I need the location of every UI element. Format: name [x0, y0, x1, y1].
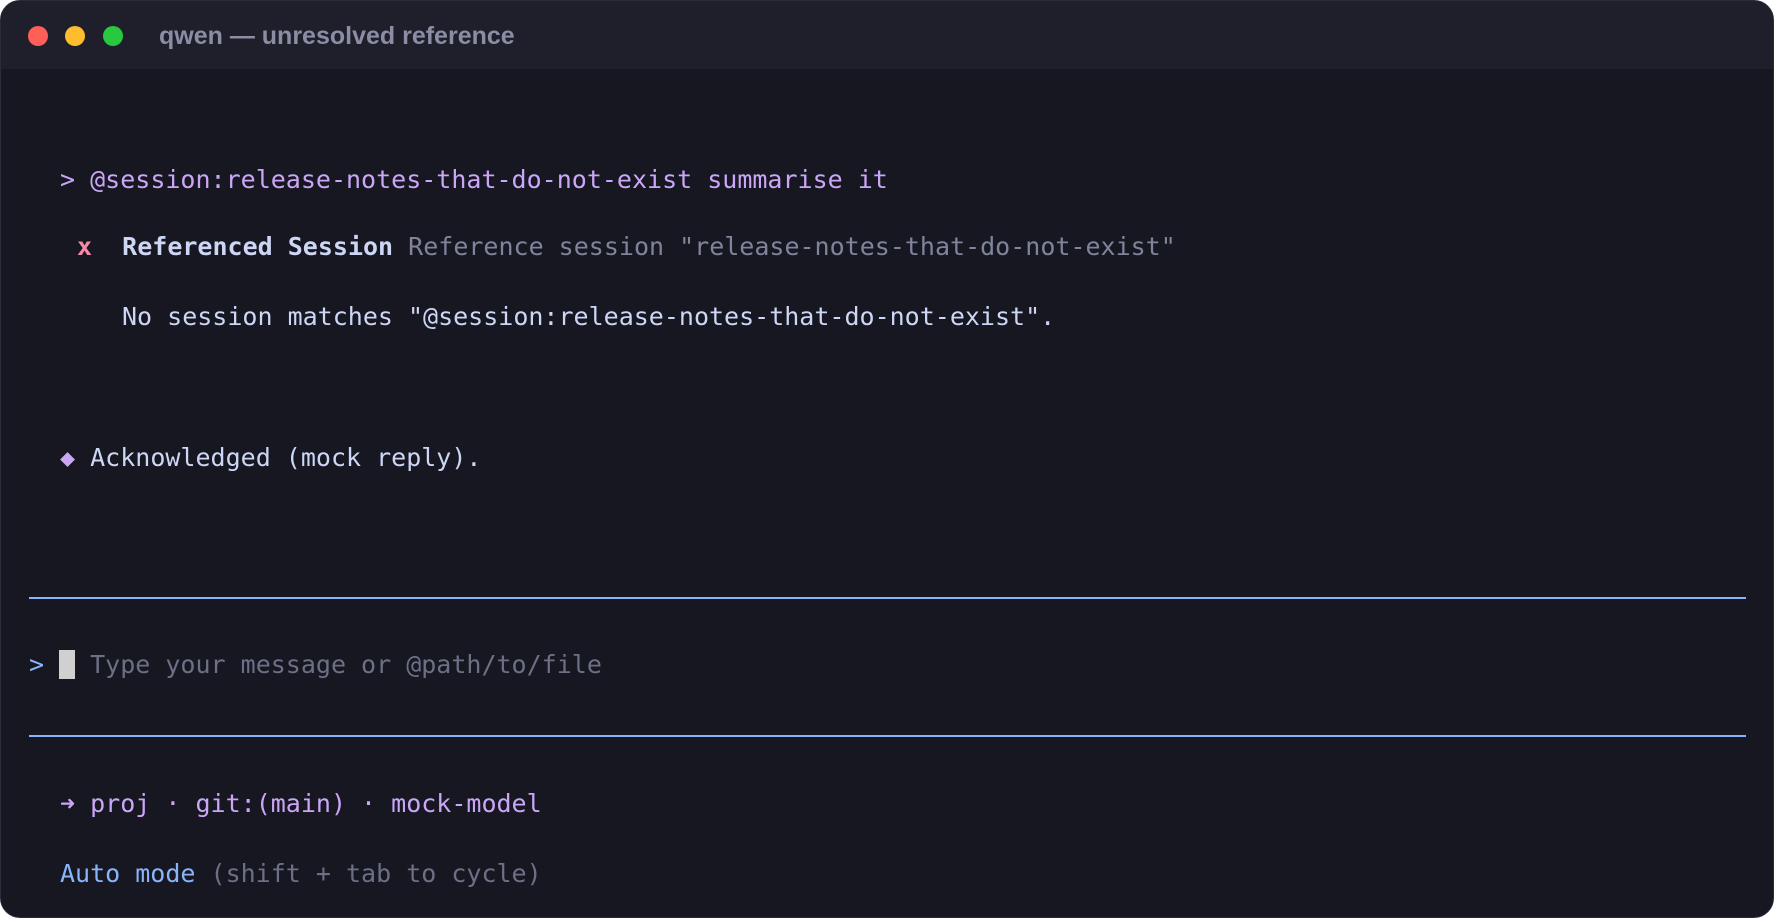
input-top-divider — [29, 597, 1746, 599]
status-bar: ➜ proj · git:(main) · mock-model — [60, 789, 542, 819]
maximize-window-button[interactable] — [103, 26, 123, 46]
assistant-reply: ◆ Acknowledged (mock reply). — [60, 443, 481, 473]
user-prompt: > @session:release-notes-that-do-not-exi… — [60, 165, 888, 195]
prompt-caret-icon: > — [60, 165, 76, 194]
mode-name: Auto mode — [60, 859, 196, 888]
text-cursor — [59, 650, 76, 679]
window-title: qwen — unresolved reference — [159, 22, 515, 50]
user-prompt-text: @session:release-notes-that-do-not-exist… — [90, 165, 888, 194]
close-window-button[interactable] — [28, 26, 48, 46]
assistant-reply-text: Acknowledged (mock reply). — [90, 443, 482, 472]
tool-description: Reference session "release-notes-that-do… — [408, 232, 1176, 261]
tool-name: Referenced Session — [122, 232, 394, 261]
title-bar: qwen — unresolved reference — [1, 1, 1773, 69]
minimize-window-button[interactable] — [65, 26, 85, 46]
tool-error-message: No session matches "@session:release-not… — [122, 302, 1056, 331]
arrow-right-icon: ➜ — [60, 789, 76, 818]
mode-hint: (shift + tab to cycle) — [210, 859, 542, 888]
input-caret-icon: > — [29, 650, 45, 679]
input-placeholder: Type your message or @path/to/file — [90, 650, 602, 679]
error-x-icon: x — [77, 232, 93, 261]
message-input[interactable]: > Type your message or @path/to/file — [29, 650, 602, 680]
tool-call-header: x Referenced Session Reference session "… — [77, 232, 1176, 262]
assistant-diamond-icon: ◆ — [60, 443, 76, 472]
terminal-window: qwen — unresolved reference > @session:r… — [0, 0, 1774, 918]
input-bottom-divider — [29, 735, 1746, 737]
status-text: proj · git:(main) · mock-model — [90, 789, 542, 818]
mode-indicator: Auto mode (shift + tab to cycle) — [60, 859, 542, 889]
